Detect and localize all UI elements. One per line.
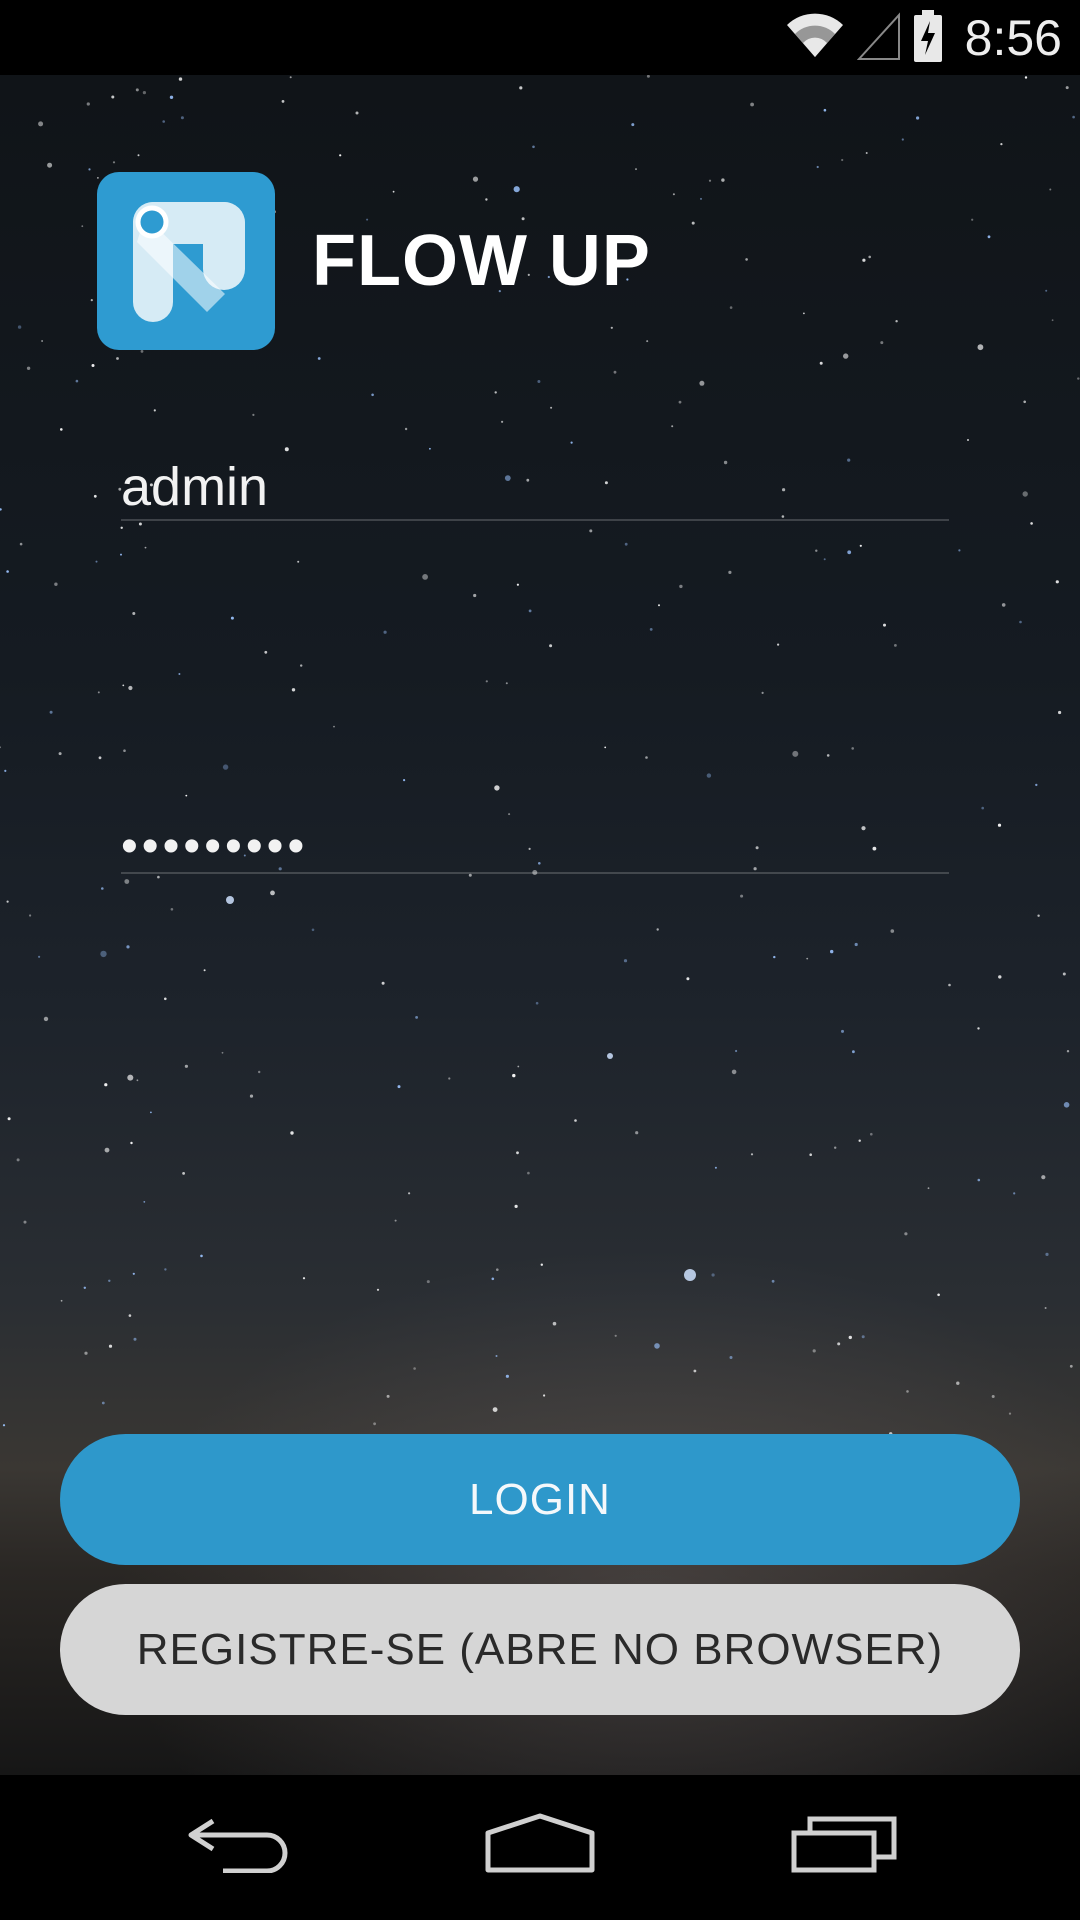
recent-apps-icon (790, 1813, 900, 1877)
status-bar: 8:56 (0, 0, 1080, 75)
battery-charging-icon (913, 9, 943, 67)
wifi-icon (785, 11, 845, 65)
clock: 8:56 (964, 10, 1062, 66)
status-icons: 8:56 (785, 8, 1062, 68)
recent-apps-button[interactable] (775, 1795, 915, 1895)
app-title: FLOW UP (312, 221, 651, 301)
home-button[interactable] (470, 1795, 610, 1895)
navigation-bar (0, 1775, 1080, 1920)
cell-signal-icon (856, 11, 901, 65)
home-icon (484, 1813, 596, 1877)
back-button[interactable] (170, 1795, 310, 1895)
back-icon (185, 1813, 295, 1877)
flow-up-logo-icon (97, 172, 275, 350)
login-button-label: LOGIN (469, 1474, 611, 1524)
login-button[interactable]: LOGIN (60, 1434, 1020, 1565)
password-field[interactable]: ••••••••• (121, 822, 949, 874)
username-field[interactable]: admin (121, 455, 949, 521)
login-screen: 8:56 FLOW UP admin ••••••••• LOGIN REGIS… (0, 0, 1080, 1920)
register-button-label: REGISTRE-SE (ABRE NO BROWSER) (136, 1624, 944, 1674)
register-button[interactable]: REGISTRE-SE (ABRE NO BROWSER) (60, 1584, 1020, 1715)
